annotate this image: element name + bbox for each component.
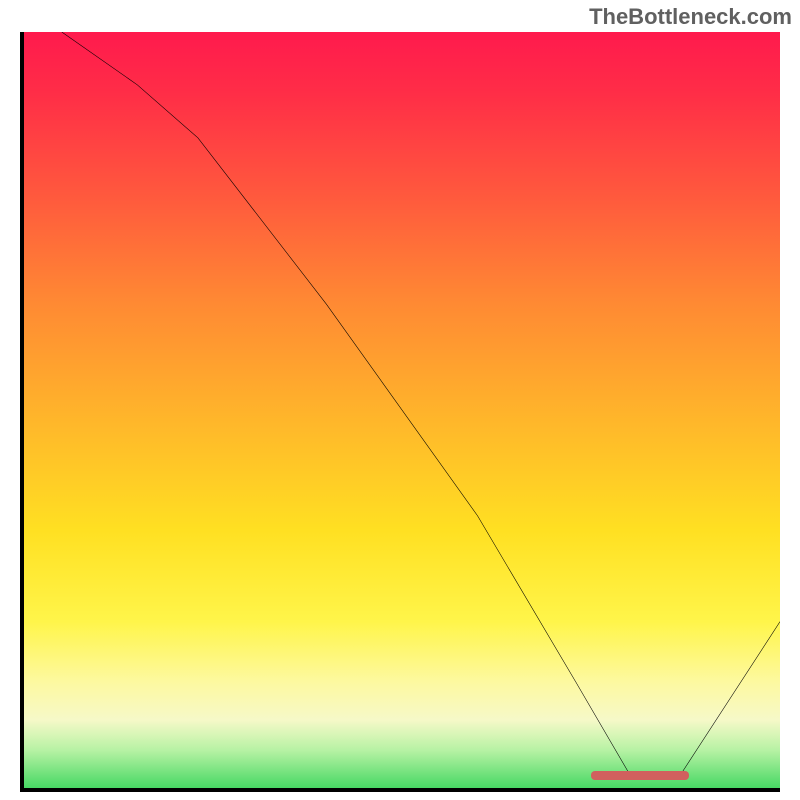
watermark-label: TheBottleneck.com (589, 4, 792, 30)
plot-area (20, 32, 780, 792)
chart-container: TheBottleneck.com (0, 0, 800, 800)
gradient-background (24, 32, 780, 788)
